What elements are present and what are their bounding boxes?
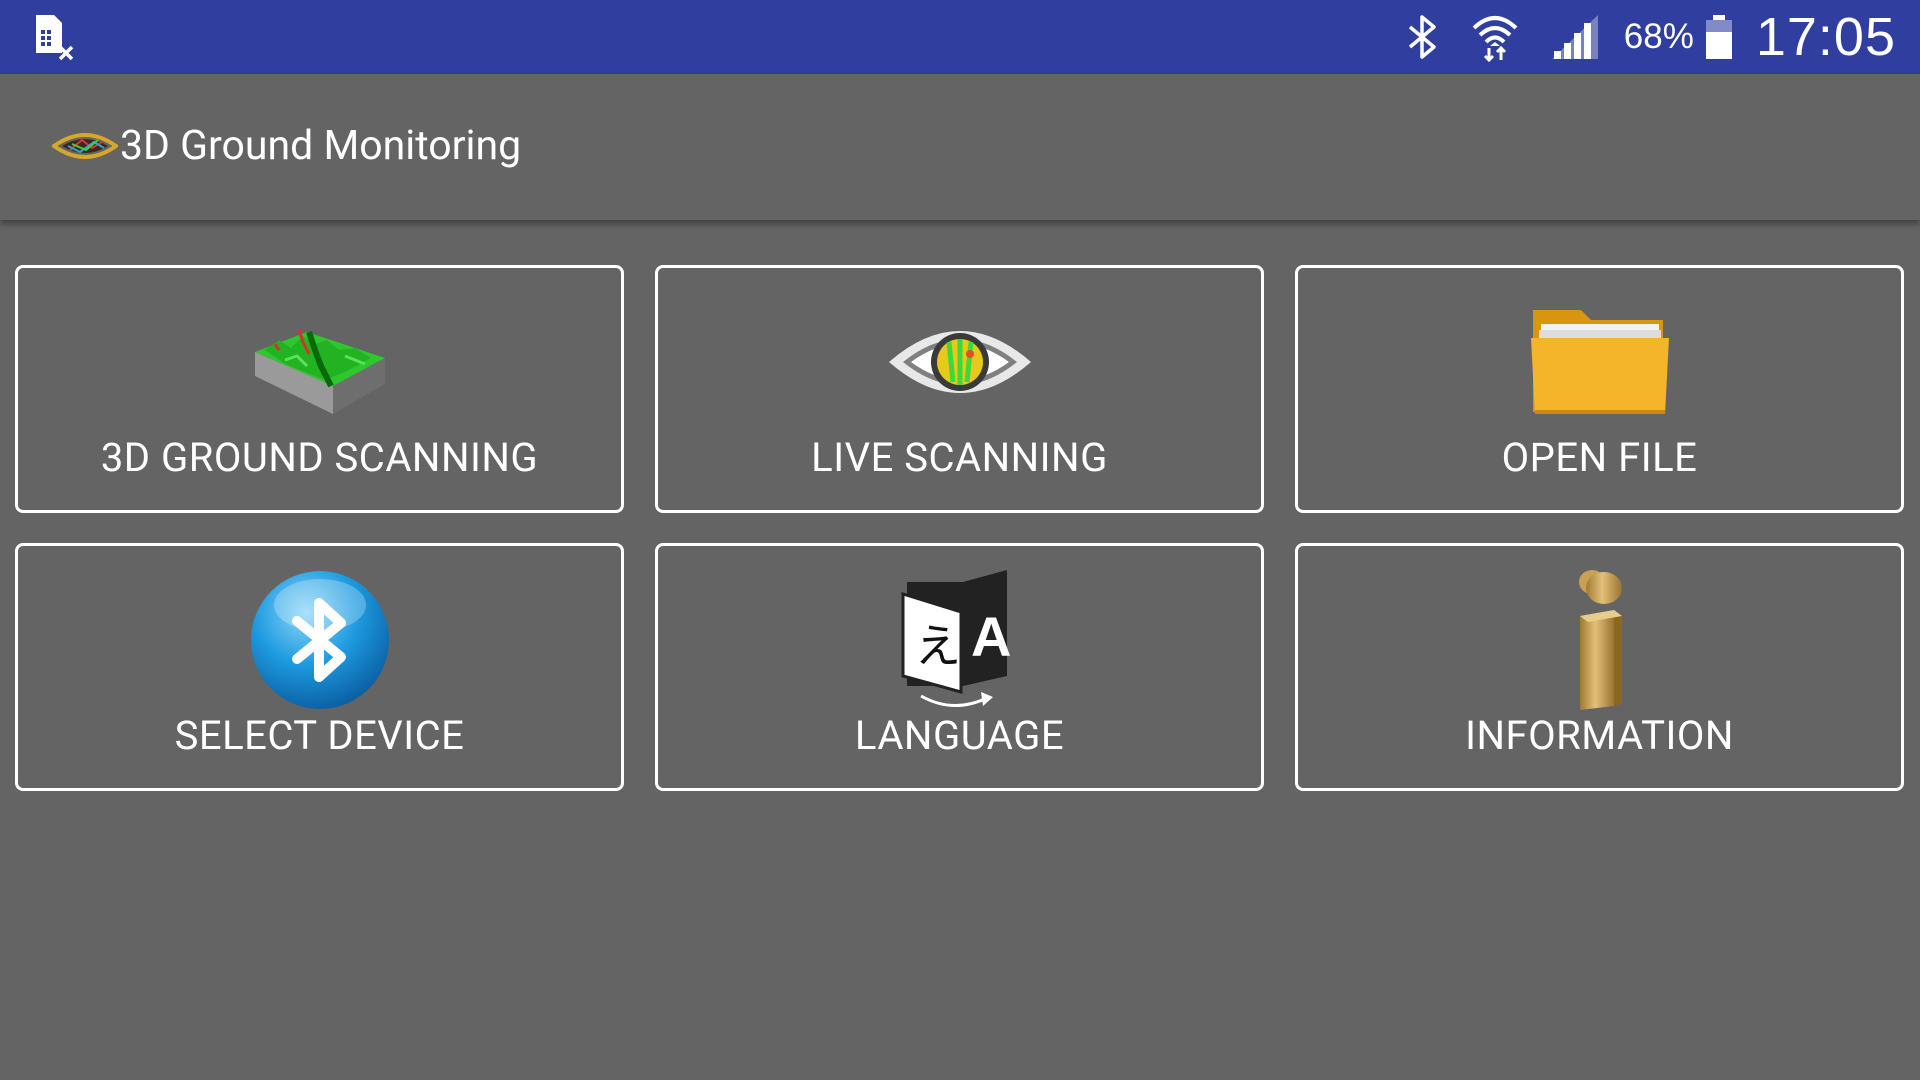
- open-file-button[interactable]: OPEN FILE: [1295, 265, 1904, 513]
- tile-label: INFORMATION: [1465, 712, 1734, 759]
- cell-signal-icon: [1550, 13, 1600, 61]
- tile-label: OPEN FILE: [1501, 434, 1698, 481]
- status-bar: 68% 17:05: [0, 0, 1920, 74]
- svg-text:A: A: [971, 605, 1011, 668]
- app-title: 3D Ground Monitoring: [120, 122, 522, 170]
- information-button[interactable]: INFORMATION: [1295, 543, 1904, 791]
- status-clock: 17:05: [1755, 7, 1896, 67]
- bluetooth-icon: [18, 569, 621, 711]
- live-scanning-button[interactable]: LIVE SCANNING: [655, 265, 1264, 513]
- terrain-3d-icon: [18, 310, 621, 420]
- bluetooth-status-icon: [1406, 13, 1440, 61]
- app-logo-icon: [50, 126, 120, 170]
- info-icon: [1298, 566, 1901, 712]
- svg-text:え: え: [915, 619, 961, 673]
- language-button[interactable]: え A LANGUAGE: [655, 543, 1264, 791]
- battery-percent: 68%: [1623, 17, 1694, 56]
- ground-scanning-button[interactable]: 3D GROUND SCANNING: [15, 265, 624, 513]
- tile-label: LIVE SCANNING: [811, 434, 1108, 481]
- select-device-button[interactable]: SELECT DEVICE: [15, 543, 624, 791]
- tile-label: 3D GROUND SCANNING: [100, 434, 539, 481]
- eye-icon: [658, 320, 1261, 404]
- translate-icon: え A: [658, 568, 1261, 708]
- battery-icon: [1704, 13, 1734, 61]
- sim-card-error-icon: [30, 13, 78, 65]
- tile-label: SELECT DEVICE: [174, 712, 465, 759]
- app-bar: 3D Ground Monitoring: [0, 74, 1920, 220]
- tile-label: LANGUAGE: [854, 712, 1065, 759]
- wifi-status-icon: [1470, 12, 1520, 62]
- folder-icon: [1298, 304, 1901, 418]
